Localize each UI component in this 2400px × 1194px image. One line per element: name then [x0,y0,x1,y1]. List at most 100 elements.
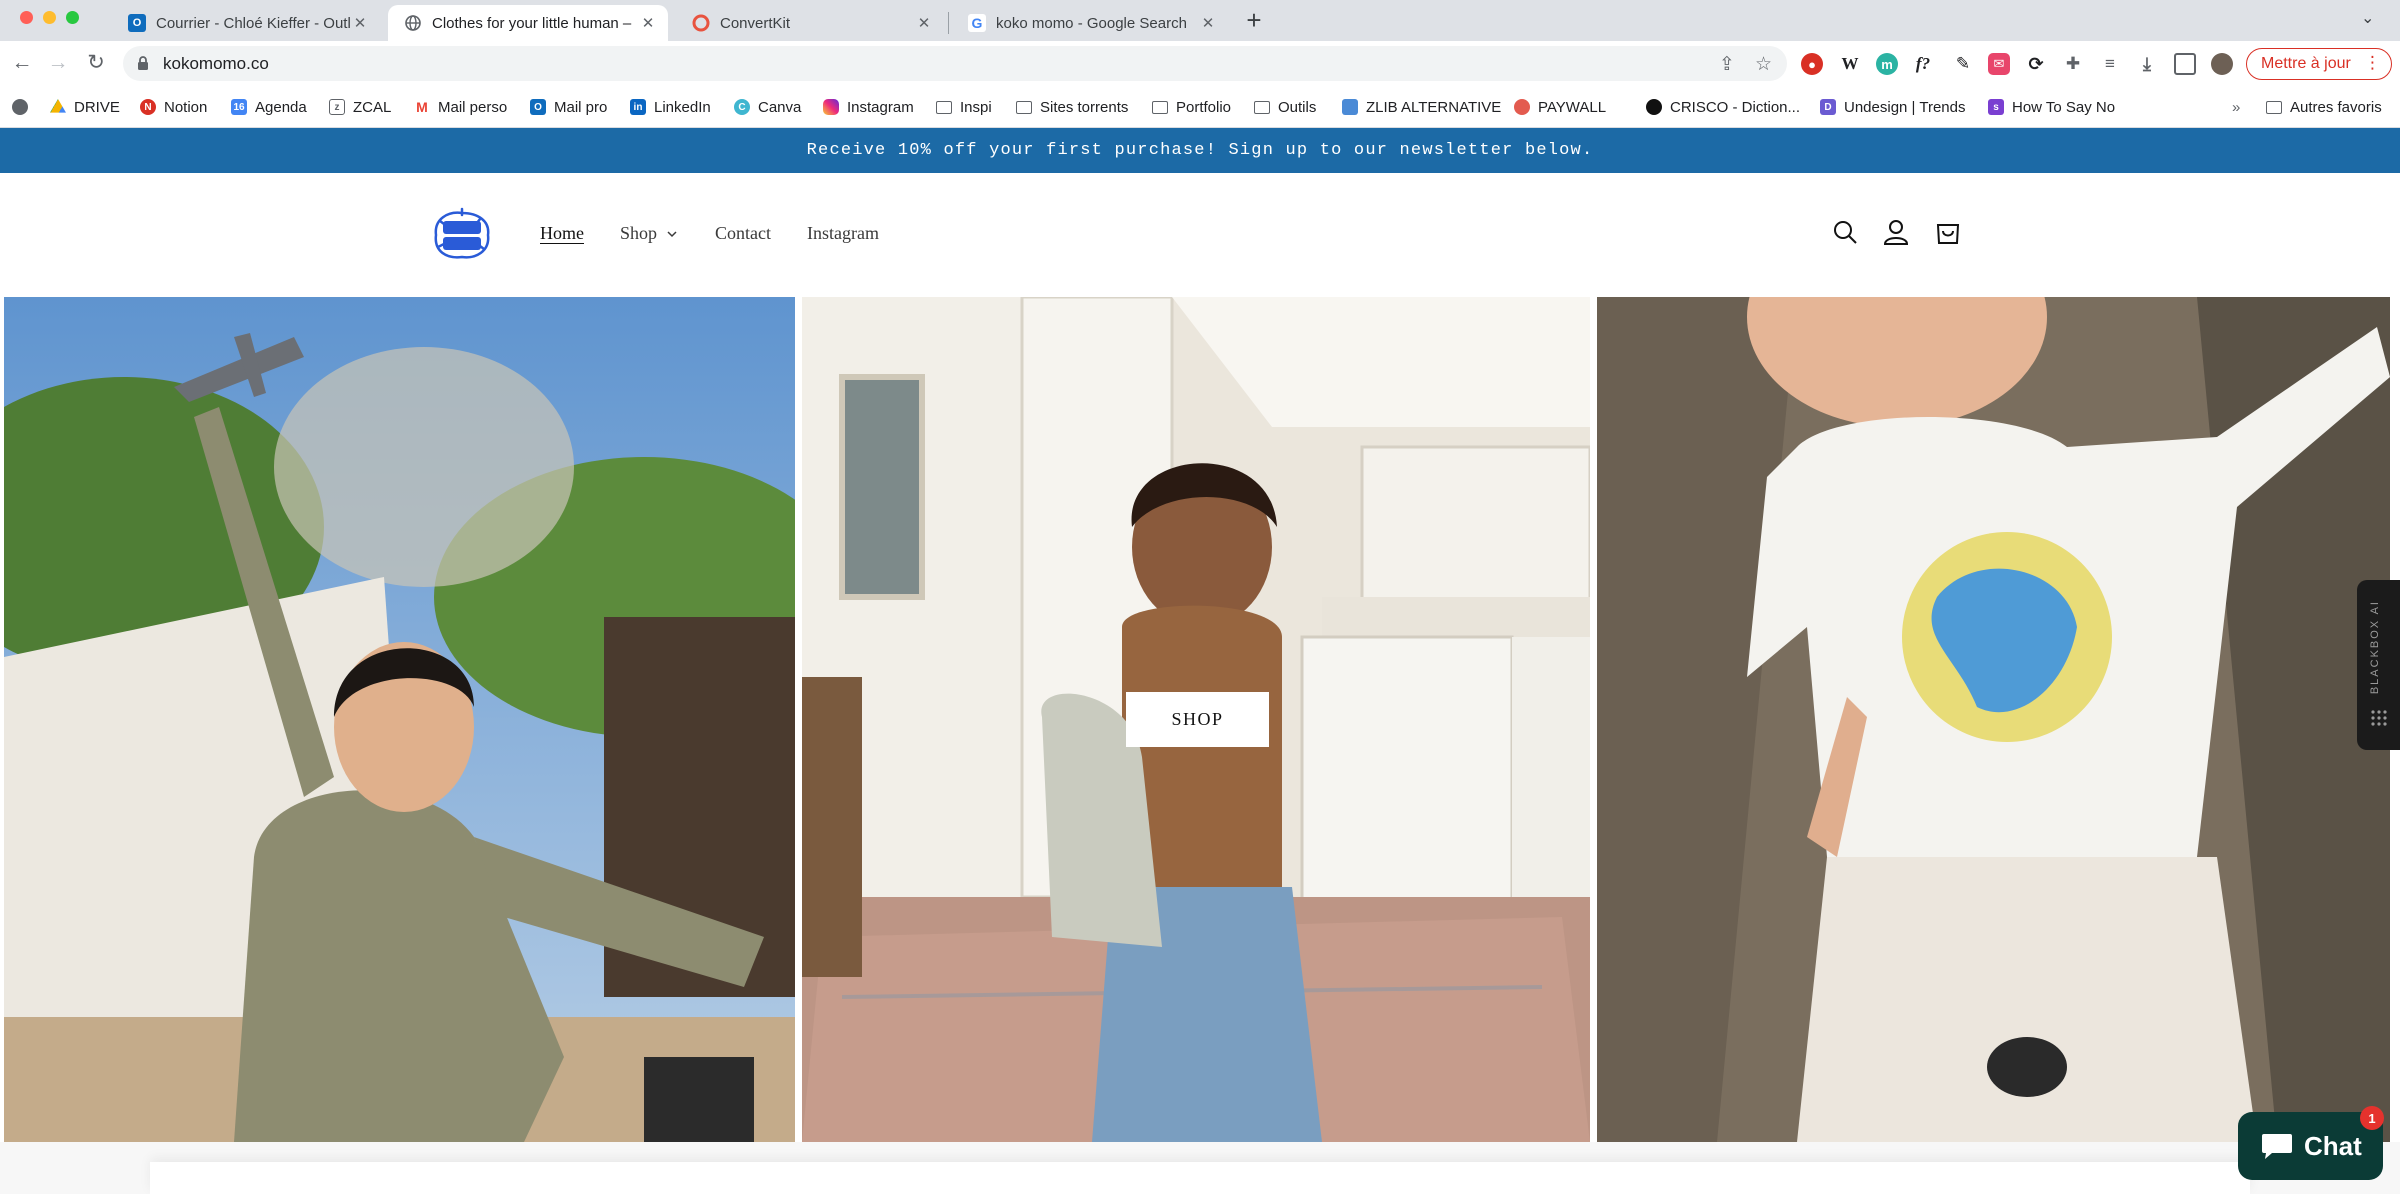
bookmark-agenda[interactable]: 16 Agenda [231,96,307,118]
chat-label: Chat [2304,1130,2362,1161]
calendar-icon: 16 [231,99,247,115]
announcement-text: Receive 10% off your first purchase! Sig… [806,141,1594,160]
mail-extension-icon[interactable]: ✉ [1988,53,2010,75]
cart-icon[interactable] [1933,217,1963,247]
folder-icon [1254,100,1270,114]
drive-icon [50,99,66,113]
bookmark-crisco[interactable]: CRISCO - Diction... [1646,96,1800,118]
linkedin-icon: in [630,99,646,115]
folder-icon [1016,100,1032,114]
bookmark-linkedin[interactable]: in LinkedIn [630,96,711,118]
bookmark-undesign[interactable]: D Undesign | Trends [1820,96,1965,118]
bookmark-inspi[interactable]: Inspi [936,96,992,118]
bookmark-label: ZCAL [353,98,392,116]
update-browser-button[interactable]: Mettre à jour ⋮ [2246,48,2392,80]
adblock-extension-icon[interactable]: ● [1801,53,1823,75]
bookmark-label: How To Say No [2012,98,2116,116]
sync-extension-icon[interactable]: ⟳ [2025,53,2047,75]
folder-icon [1152,100,1168,114]
lock-icon [138,56,148,70]
bookmark-mail-pro[interactable]: O Mail pro [530,96,607,118]
paywall-icon [1514,99,1530,115]
bookmark-label: Notion [164,98,208,116]
back-button[interactable]: ← [10,51,34,75]
close-icon[interactable]: ✕ [914,14,934,32]
nav-contact[interactable]: Contact [715,223,771,244]
formula-extension-icon[interactable]: f? [1912,53,1934,75]
blackbox-ai-widget[interactable]: BLACKBOX AI [2357,580,2400,750]
close-icon[interactable]: ✕ [350,14,370,32]
bookmark-canva[interactable]: C Canva [734,96,801,118]
more-menu-icon[interactable]: ⋮ [2364,53,2381,73]
notion-icon: N [140,99,156,115]
bookmark-zlib[interactable]: ZLIB ALTERNATIVE [1342,96,1501,118]
zcal-icon: z [329,99,345,115]
folder-icon [936,100,952,114]
tab-title: ConvertKit [720,14,791,32]
new-tab-button[interactable]: + [1242,6,1266,34]
bookmarks-overflow-button[interactable]: » [2232,96,2240,118]
window-close-button[interactable] [20,11,33,24]
bookmark-paywall[interactable]: PAYWALL [1514,96,1606,118]
bookmark-label: Autres favoris [2290,98,2382,116]
instagram-icon [823,99,839,115]
tab-search-chevron-icon[interactable]: ⌄ [2361,8,2374,28]
bookmark-outils[interactable]: Outils [1254,96,1316,118]
bookmark-label: DRIVE [74,98,120,116]
next-section-edge [150,1162,2250,1194]
bookmark-sites-torrents[interactable]: Sites torrents [1016,96,1128,118]
close-icon[interactable]: ✕ [1198,14,1218,32]
close-icon[interactable]: ✕ [638,14,658,32]
bookmark-notion[interactable]: N Notion [140,96,207,118]
m-extension-icon[interactable]: m [1876,53,1898,75]
window-maximize-button[interactable] [66,11,79,24]
bookmark-label: CRISCO - Diction... [1670,98,1801,116]
bookmark-label: ZLIB ALTERNATIVE [1366,98,1502,116]
koko-momo-logo[interactable] [430,207,494,263]
bookmark-label: Inspi [960,98,992,116]
bookmark-instagram[interactable]: Instagram [823,96,914,118]
tab-convertkit[interactable]: ConvertKit ✕ [676,5,944,41]
nav-home[interactable]: Home [540,223,584,244]
hero-divider [795,297,802,1142]
globe-icon [404,14,422,32]
puzzle-extension-icon[interactable]: ✚ [2062,53,2084,75]
nav-shop[interactable]: Shop [620,223,679,244]
bookmark-apps[interactable] [12,96,36,118]
bookmark-drive[interactable]: DRIVE [50,96,120,118]
wikipedia-extension-icon[interactable]: W [1839,53,1861,75]
bookmark-portfolio[interactable]: Portfolio [1152,96,1231,118]
download-icon[interactable]: ⤓ [2136,53,2158,75]
undesign-icon: D [1820,99,1836,115]
share-icon[interactable]: ⇪ [1719,53,1735,76]
bookmark-star-icon[interactable]: ☆ [1755,53,1772,76]
bookmark-label: Mail perso [438,98,508,116]
bookmark-other-favorites[interactable]: Autres favoris [2266,96,2382,118]
page-bottom-section [0,1142,2400,1194]
bookmark-label: Undesign | Trends [1844,98,1966,116]
reload-button[interactable]: ↻ [84,51,108,75]
tab-kokomomo[interactable]: Clothes for your little human – ✕ [388,5,668,41]
tab-google-search[interactable]: G koko momo - Google Search ✕ [952,5,1228,41]
bookmark-label: Sites torrents [1040,98,1129,116]
side-panel-icon[interactable] [2174,53,2196,75]
folder-icon [2266,100,2282,114]
bookmarks-bar: DRIVE N Notion 16 Agenda z ZCAL M Mail perso… [0,86,2400,128]
eyedropper-extension-icon[interactable]: ✎ [1952,53,1974,75]
nav-instagram[interactable]: Instagram [807,223,879,244]
address-bar[interactable]: kokomomo.co ⇪ ☆ [123,46,1787,81]
bookmark-zcal[interactable]: z ZCAL [329,96,391,118]
outlook-icon: O [530,99,546,115]
window-minimize-button[interactable] [43,11,56,24]
account-icon[interactable] [1881,217,1911,247]
forward-button[interactable]: → [46,51,70,75]
reading-list-icon[interactable]: ≡ [2099,53,2121,75]
chat-notification-badge: 1 [2360,1106,2384,1130]
bookmark-how-to-say-no[interactable]: s How To Say No [1988,96,2115,118]
search-icon[interactable] [1830,217,1860,247]
tab-outlook[interactable]: O Courrier - Chloé Kieffer - Outlo ✕ [112,5,380,41]
bookmark-mail-perso[interactable]: M Mail perso [414,96,507,118]
bookmark-label: Portfolio [1176,98,1232,116]
profile-avatar[interactable] [2211,53,2233,75]
hero-shop-button[interactable]: SHOP [1126,692,1269,747]
